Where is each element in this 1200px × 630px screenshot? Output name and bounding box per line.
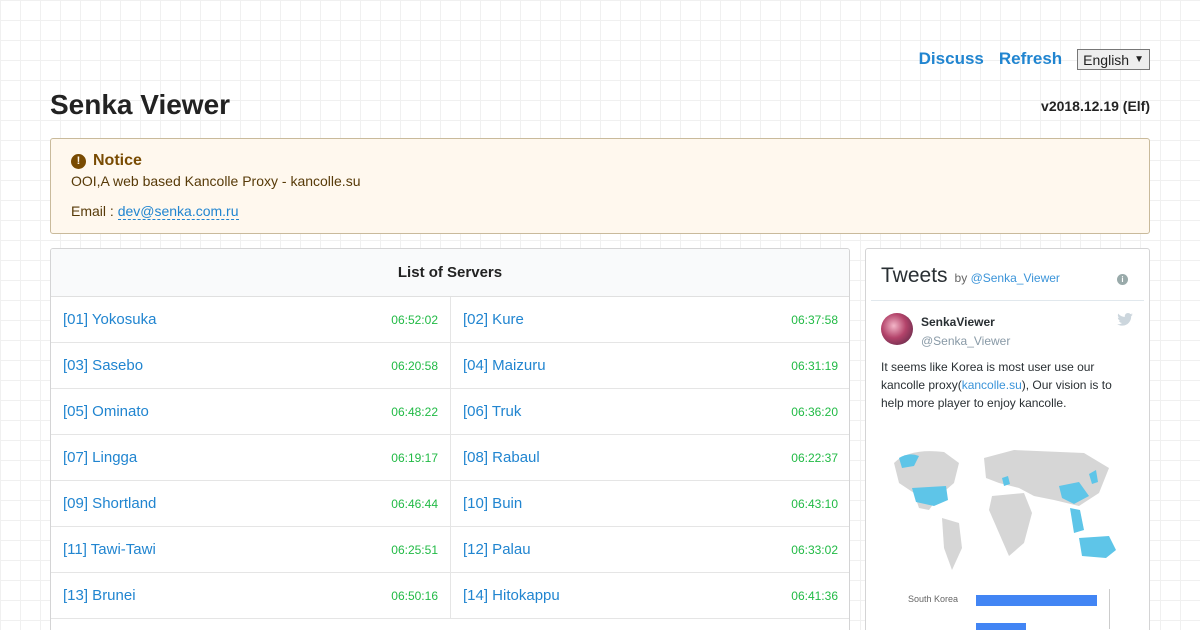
server-time: 06:37:58 (791, 312, 838, 327)
server-cell: [08] Rabaul 06:22:37 (451, 435, 849, 481)
server-link[interactable]: [13] Brunei (63, 587, 136, 604)
chart-label: South Korea (908, 594, 959, 604)
user-country-chart: South Korea (866, 589, 1149, 630)
server-link[interactable]: [14] Hitokappu (463, 587, 560, 604)
tweets-by: by @Senka_Viewer (955, 271, 1060, 285)
server-time: 06:31:19 (791, 358, 838, 373)
server-time: 06:19:17 (391, 450, 438, 465)
notice-header: ! Notice (71, 152, 1129, 170)
server-cell: [12] Palau 06:33:02 (451, 527, 849, 573)
server-cell: [14] Hitokappu 06:41:36 (451, 573, 849, 619)
server-link[interactable]: [02] Kure (463, 311, 524, 328)
server-link[interactable]: [04] Maizuru (463, 357, 546, 374)
server-time: 06:48:22 (391, 404, 438, 419)
server-link[interactable]: [10] Buin (463, 495, 522, 512)
server-link[interactable]: [06] Truk (463, 403, 521, 420)
server-cell: [13] Brunei 06:50:16 (51, 573, 451, 619)
exclamation-circle-icon: ! (71, 153, 86, 169)
server-cell: [11] Tawi-Tawi 06:25:51 (51, 527, 451, 573)
language-select[interactable]: English ▼ (1077, 49, 1150, 70)
server-cell: [06] Truk 06:36:20 (451, 389, 849, 435)
server-link[interactable]: [03] Sasebo (63, 357, 143, 374)
server-cell: [02] Kure 06:37:58 (451, 297, 849, 343)
server-list-heading: List of Servers (51, 249, 849, 297)
server-time: 06:36:20 (791, 404, 838, 419)
language-value: English (1083, 51, 1130, 68)
server-time: 06:41:36 (791, 588, 838, 603)
server-link[interactable]: [09] Shortland (63, 495, 156, 512)
refresh-link[interactable]: Refresh (999, 49, 1062, 69)
notice-email-line: Email : dev@senka.com.ru (71, 203, 1129, 220)
tweets-by-handle[interactable]: @Senka_Viewer (971, 271, 1060, 285)
server-link[interactable]: [11] Tawi-Tawi (63, 541, 156, 558)
email-link[interactable]: dev@senka.com.ru (117, 203, 239, 220)
server-cell: [07] Lingga 06:19:17 (51, 435, 451, 481)
notice-box: ! Notice OOI,A web based Kancolle Proxy … (50, 138, 1150, 234)
server-time: 06:25:51 (391, 542, 438, 557)
chart-bar (976, 623, 1026, 630)
notice-text: OOI,A web based Kancolle Proxy - kancoll… (71, 173, 361, 189)
tweet-author-name[interactable]: SenkaViewer (921, 315, 1010, 329)
server-time: 06:46:44 (391, 496, 438, 511)
server-time: 06:43:10 (791, 496, 838, 511)
server-cell: [05] Ominato 06:48:22 (51, 389, 451, 435)
server-cell: [01] Yokosuka 06:52:02 (51, 297, 451, 343)
version-label: v2018.12.19 (Elf) (1041, 98, 1150, 114)
server-time: 06:52:02 (391, 312, 438, 327)
twitter-bird-icon[interactable] (1117, 313, 1133, 326)
server-link[interactable]: [07] Lingga (63, 449, 137, 466)
server-time: 06:33:02 (791, 542, 838, 557)
avatar[interactable] (881, 313, 913, 345)
tweets-title: Tweets (881, 264, 948, 287)
server-time: 06:50:16 (391, 588, 438, 603)
server-list-panel: List of Servers [01] Yokosuka 06:52:02 [02… (50, 248, 850, 630)
tweets-by-label: by (954, 271, 968, 285)
server-link[interactable]: [08] Rabaul (463, 449, 540, 466)
server-cell: [09] Shortland 06:46:44 (51, 481, 451, 527)
top-nav: Discuss Refresh English ▼ (919, 48, 1150, 70)
tweet-author-handle[interactable]: @Senka_Viewer (921, 334, 1010, 348)
server-time: 06:22:37 (791, 450, 838, 465)
server-cell: [10] Buin 06:43:10 (451, 481, 849, 527)
tweet-author: SenkaViewer @Senka_Viewer (866, 301, 1149, 348)
tweets-header: Tweets by @Senka_Viewer i (866, 249, 1149, 288)
server-grid: [01] Yokosuka 06:52:02 [02] Kure 06:37:58 [0… (51, 297, 849, 619)
chart-axis (1109, 589, 1110, 629)
server-cell: [04] Maizuru 06:31:19 (451, 343, 849, 389)
tweet-link[interactable]: kancolle.su (962, 378, 1022, 392)
email-label: Email : (71, 203, 114, 219)
tweets-widget: Tweets by @Senka_Viewer i SenkaViewer @S… (865, 248, 1150, 630)
tweet-text: It seems like Korea is most user use our… (866, 348, 1149, 412)
chart-bar (976, 595, 1097, 606)
discuss-link[interactable]: Discuss (919, 49, 984, 69)
chevron-down-icon: ▼ (1134, 54, 1144, 65)
server-link[interactable]: [12] Palau (463, 541, 531, 558)
server-link[interactable]: [05] Ominato (63, 403, 149, 420)
server-cell: [03] Sasebo 06:20:58 (51, 343, 451, 389)
server-time: 06:20:58 (391, 358, 438, 373)
page-title: Senka Viewer (50, 89, 231, 120)
info-icon[interactable]: i (1117, 274, 1128, 285)
server-link[interactable]: [01] Yokosuka (63, 311, 156, 328)
notice-heading: Notice (93, 152, 142, 169)
world-map-image[interactable] (884, 438, 1124, 578)
